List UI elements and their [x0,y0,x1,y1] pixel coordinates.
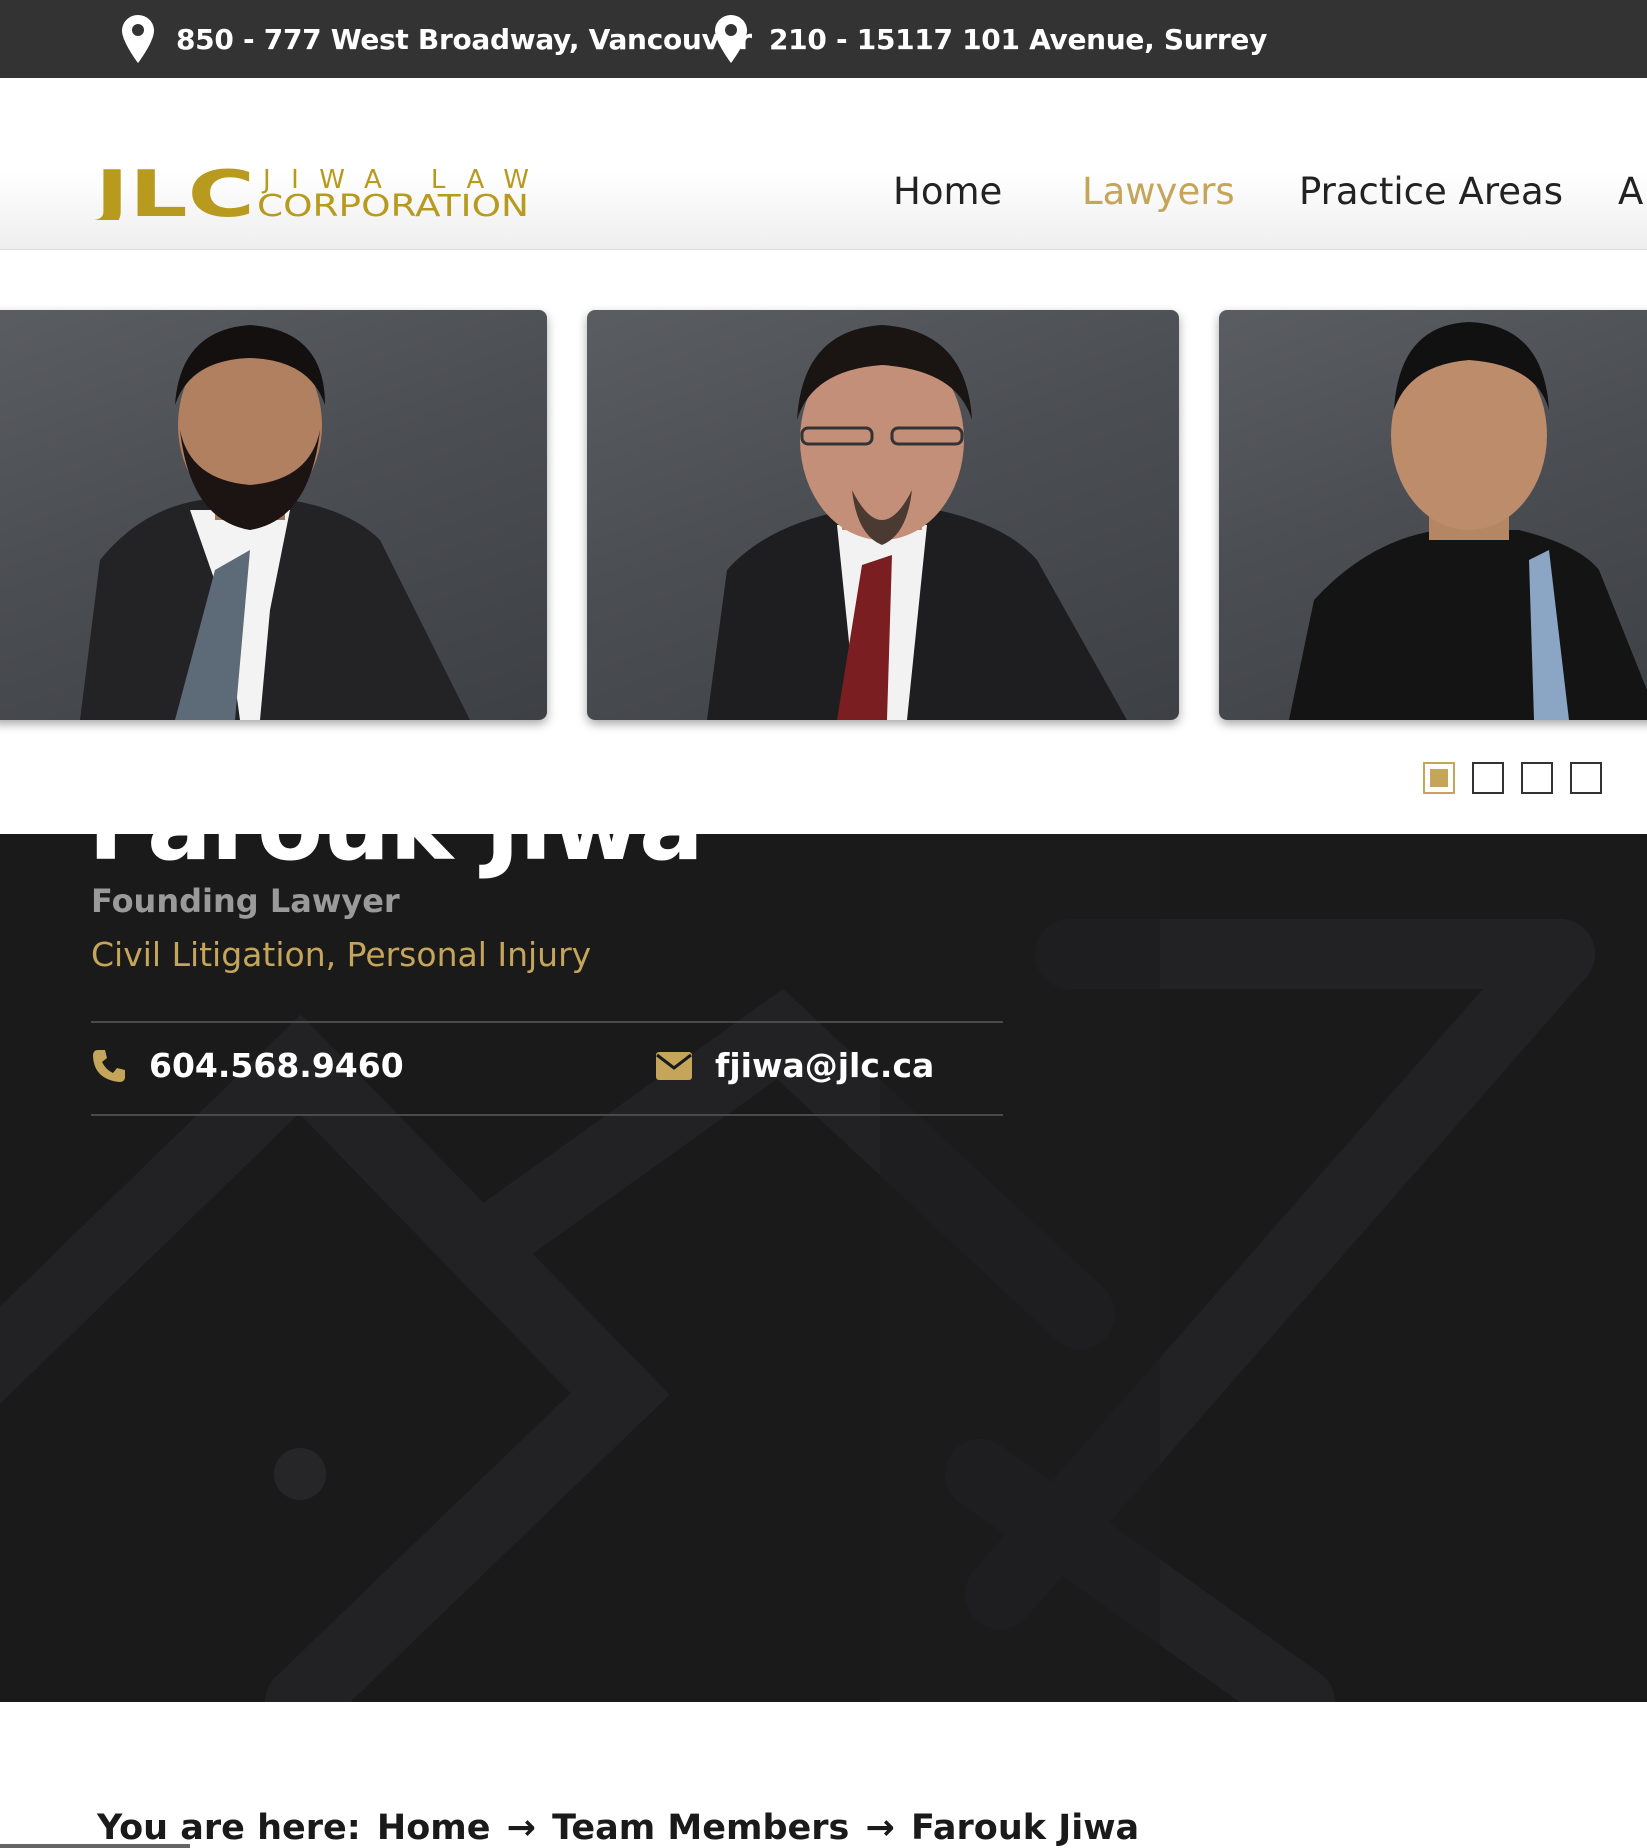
pagination-dot-1[interactable] [1423,762,1455,794]
divider [91,1114,1003,1116]
location-pin-icon [715,15,747,63]
svg-text:CORPORATION: CORPORATION [257,189,529,220]
address-vancouver[interactable]: 850 - 777 West Broadway, Vancouver [122,0,752,78]
email-link[interactable]: fjiwa@jlc.ca [655,1046,934,1085]
lawyer-profile-section: Farouk Jiwa Founding Lawyer Civil Litiga… [0,834,1647,1702]
address-text: 850 - 777 West Broadway, Vancouver [176,22,752,56]
site-header: JLC JIWA LAW CORPORATION Home Lawyers Pr… [0,78,1647,250]
breadcrumb-separator: → [506,1808,536,1848]
scroll-indicator [0,1844,190,1848]
breadcrumb-item-current: Farouk Jiwa [911,1808,1140,1848]
divider [91,1021,1003,1023]
email-address: fjiwa@jlc.ca [715,1046,935,1085]
address-surrey[interactable]: 210 - 15117 101 Avenue, Surrey [715,0,1267,78]
breadcrumb-item-team-members[interactable]: Team Members [552,1808,849,1848]
pagination-dot-2[interactable] [1472,762,1504,794]
lawyer-slide[interactable] [0,310,547,720]
breadcrumb-prefix: You are here: [97,1808,361,1848]
lawyer-slide[interactable] [1219,310,1647,720]
nav-lawyers[interactable]: Lawyers [1082,170,1235,213]
envelope-icon [656,1051,692,1080]
pagination-dot-3[interactable] [1521,762,1553,794]
breadcrumb-separator: → [865,1808,895,1848]
address-text: 210 - 15117 101 Avenue, Surrey [769,22,1268,56]
lawyer-portrait [707,325,1127,720]
location-pin-icon [122,15,154,63]
lawyer-role: Founding Lawyer [91,882,400,920]
svg-text:JLC: JLC [95,162,255,220]
nav-about[interactable]: A [1618,170,1643,213]
lawyer-name: Farouk Jiwa [88,834,704,882]
lawyer-portrait [80,325,470,720]
lawyer-slide[interactable] [587,310,1179,720]
slider-pagination [1423,762,1602,794]
nav-practice-areas[interactable]: Practice Areas [1299,170,1563,213]
breadcrumb-item-home[interactable]: Home [377,1808,491,1848]
jlc-logo[interactable]: JLC JIWA LAW CORPORATION [95,162,531,220]
breadcrumb: You are here: Home → Team Members → Faro… [97,1808,1143,1848]
top-info-bar: 850 - 777 West Broadway, Vancouver 210 -… [0,0,1647,78]
lawyer-slider [0,250,1647,834]
practice-areas: Civil Litigation, Personal Injury [91,935,592,974]
lawyer-portrait [1289,322,1647,720]
pagination-dot-4[interactable] [1570,762,1602,794]
nav-home[interactable]: Home [893,170,1002,213]
phone-number: 604.568.9460 [149,1046,404,1085]
phone-icon [93,1049,125,1082]
phone-link[interactable]: 604.568.9460 [91,1046,404,1085]
